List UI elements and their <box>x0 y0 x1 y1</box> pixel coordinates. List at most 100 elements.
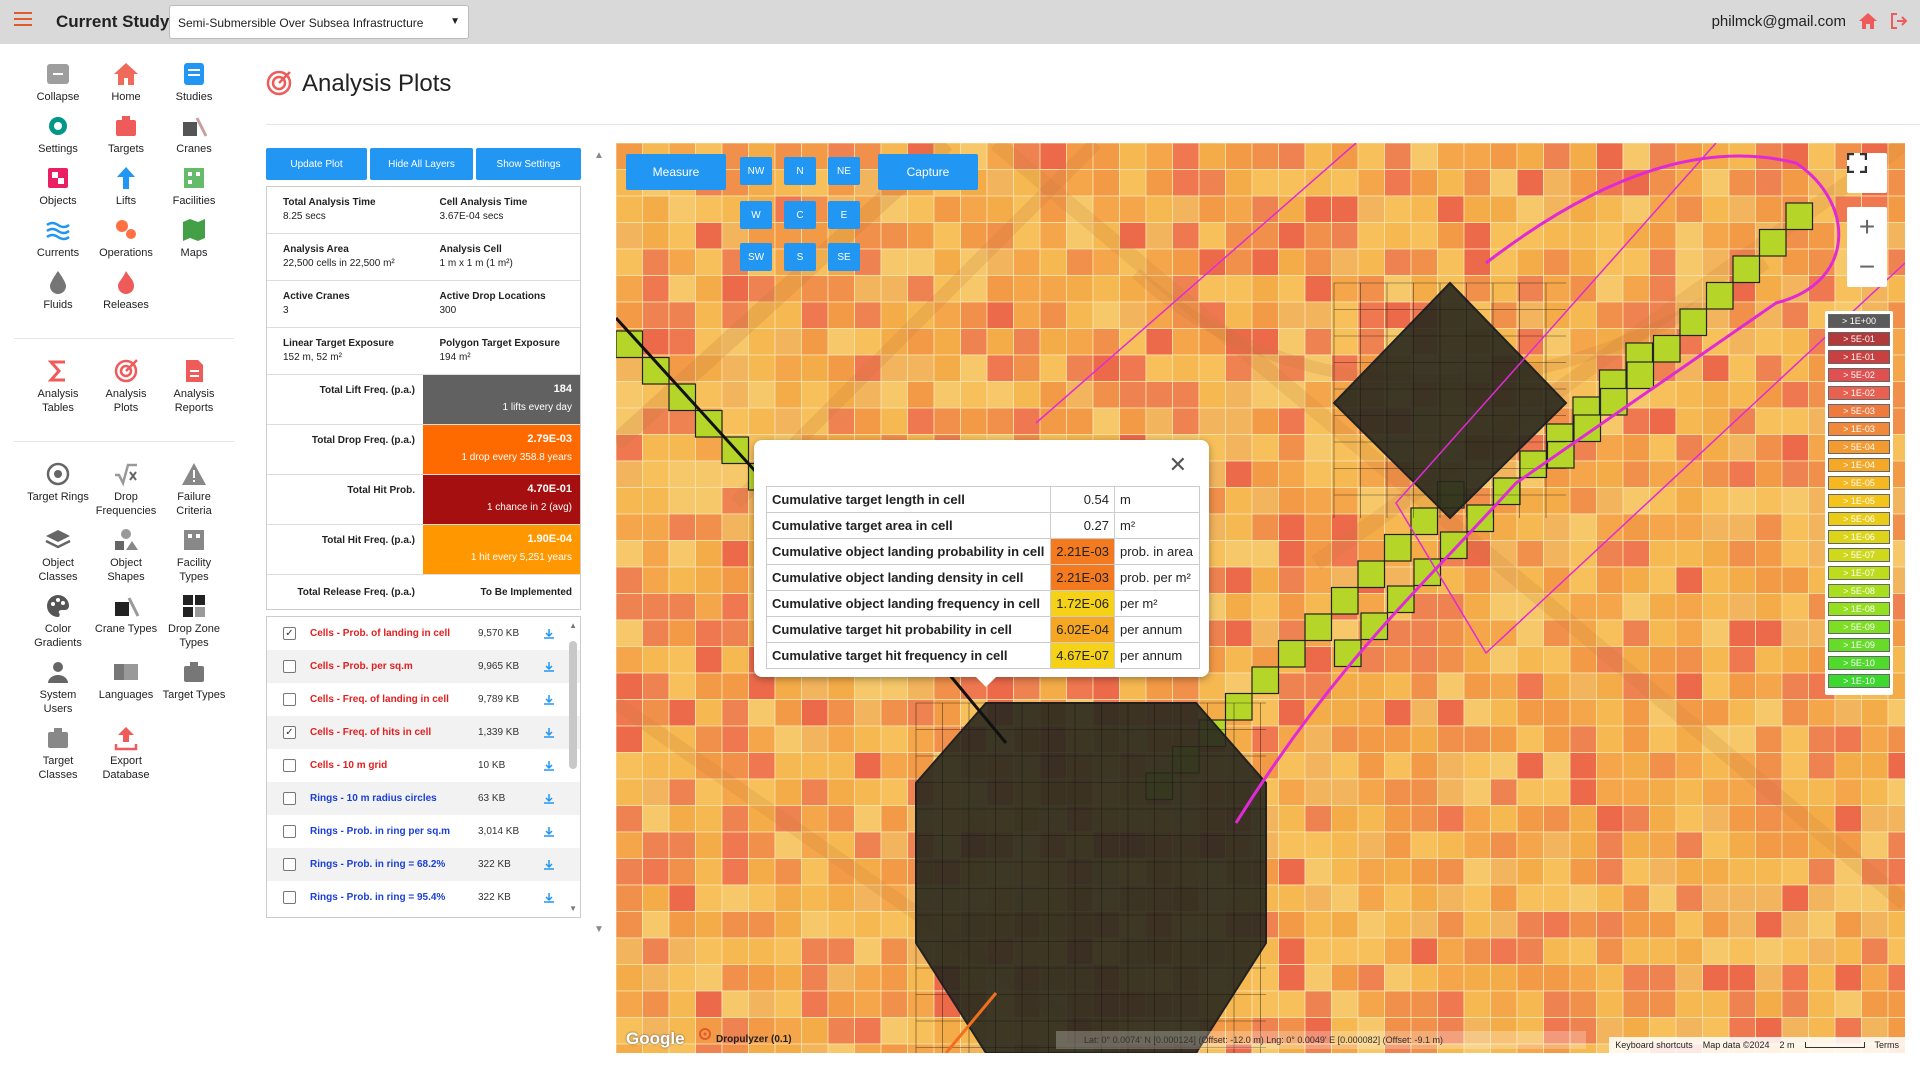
palette-icon <box>44 592 72 620</box>
capture-button[interactable]: Capture <box>878 154 978 190</box>
nav-item-settings[interactable]: Settings <box>24 112 92 156</box>
nav-item-facilities[interactable]: Facilities <box>160 164 228 208</box>
stat-value-box: 4.70E-01 1 chance in 2 (avg) <box>423 475 580 524</box>
nav-item-analysis-plots[interactable]: Analysis Plots <box>92 357 160 415</box>
download-icon[interactable] <box>542 760 556 772</box>
download-icon[interactable] <box>542 628 556 640</box>
nav-item-target-rings[interactable]: Target Rings <box>24 460 92 518</box>
pan-w-button[interactable]: W <box>740 201 772 229</box>
nav-item-operations[interactable]: Operations <box>92 216 160 260</box>
layer-name[interactable]: Cells - Freq. of hits in cell <box>310 727 478 738</box>
layer-checkbox[interactable] <box>283 660 296 673</box>
nav-item-maps[interactable]: Maps <box>160 216 228 260</box>
scale-label[interactable]: 2 m <box>1779 1040 1794 1050</box>
pan-se-button[interactable]: SE <box>828 243 860 271</box>
report-icon <box>180 357 208 385</box>
menu-icon[interactable] <box>14 12 32 28</box>
nav-item-target-classes[interactable]: Target Classes <box>24 724 92 782</box>
nav-item-facility-types[interactable]: Facility Types <box>160 526 228 584</box>
nav-item-lifts[interactable]: Lifts <box>92 164 160 208</box>
nav-item-color-gradients[interactable]: Color Gradients <box>24 592 92 650</box>
scale-bar <box>1804 1042 1865 1048</box>
close-icon[interactable]: ✕ <box>1169 452 1187 478</box>
layer-row: Rings - Prob. in ring per sq.m 3,014 KB <box>267 815 580 848</box>
layer-checkbox[interactable] <box>283 891 296 904</box>
download-icon[interactable] <box>542 793 556 805</box>
nav-item-object-classes[interactable]: Object Classes <box>24 526 92 584</box>
cell-info-key: Cumulative object landing density in cel… <box>766 564 1051 591</box>
panel-scroll-down-icon[interactable]: ▼ <box>594 924 604 935</box>
layer-name[interactable]: Rings - Prob. in ring = 68.2% <box>310 859 478 870</box>
summary-cell: Linear Target Exposure 152 m, 52 m² <box>267 328 424 374</box>
layer-name[interactable]: Rings - 10 m radius circles <box>310 793 478 804</box>
maps-icon <box>180 216 208 244</box>
nav-item-analysis-tables[interactable]: Analysis Tables <box>24 357 92 415</box>
layer-list-scrollbar[interactable] <box>569 641 577 769</box>
nav-item-object-shapes[interactable]: Object Shapes <box>92 526 160 584</box>
layer-checkbox[interactable] <box>283 825 296 838</box>
show-settings-button[interactable]: Show Settings <box>476 148 581 180</box>
nav-item-drop-frequencies[interactable]: Drop Frequencies <box>92 460 160 518</box>
panel-scroll-up-icon[interactable]: ▲ <box>594 150 604 161</box>
nav-item-home[interactable]: Home <box>92 60 160 104</box>
nav-item-system-users[interactable]: System Users <box>24 658 92 716</box>
terms-link[interactable]: Terms <box>1875 1040 1900 1050</box>
stat-subtext: 1 drop every 358.8 years <box>461 452 572 463</box>
pan-e-button[interactable]: E <box>828 201 860 229</box>
hide-all-layers-button[interactable]: Hide All Layers <box>370 148 473 180</box>
layer-size: 9,570 KB <box>478 628 520 639</box>
download-icon[interactable] <box>542 661 556 673</box>
nav-item-languages[interactable]: Languages <box>92 658 160 716</box>
pan-c-button[interactable]: C <box>784 201 816 229</box>
fullscreen-button[interactable] <box>1847 153 1887 193</box>
pan-ne-button[interactable]: NE <box>828 157 860 185</box>
nav-item-studies[interactable]: Studies <box>160 60 228 104</box>
nav-item-objects[interactable]: Objects <box>24 164 92 208</box>
nav-item-analysis-reports[interactable]: Analysis Reports <box>160 357 228 415</box>
zoom-in-button[interactable]: + <box>1847 207 1887 247</box>
logout-icon[interactable] <box>1890 12 1908 30</box>
nav-item-cranes[interactable]: Cranes <box>160 112 228 156</box>
measure-button[interactable]: Measure <box>626 154 726 190</box>
layer-name[interactable]: Cells - 10 m grid <box>310 760 478 771</box>
summary-cell: Analysis Cell 1 m x 1 m (1 m²) <box>424 234 581 280</box>
download-icon[interactable] <box>542 694 556 706</box>
nav-item-fluids[interactable]: Fluids <box>24 268 92 312</box>
nav-item-crane-types[interactable]: Crane Types <box>92 592 160 650</box>
download-icon[interactable] <box>542 727 556 739</box>
nav-item-currents[interactable]: Currents <box>24 216 92 260</box>
home-icon[interactable] <box>1858 12 1878 30</box>
nav-item-collapse[interactable]: Collapse <box>24 60 92 104</box>
layer-checkbox[interactable] <box>283 858 296 871</box>
nav-item-export-database[interactable]: Export Database <box>92 724 160 782</box>
layer-name[interactable]: Cells - Prob. per sq.m <box>310 661 478 672</box>
scroll-down-icon[interactable]: ▼ <box>569 904 577 913</box>
layer-checkbox[interactable] <box>283 792 296 805</box>
nav-item-targets[interactable]: Targets <box>92 112 160 156</box>
layer-name[interactable]: Rings - Prob. in ring = 95.4% <box>310 892 478 903</box>
layer-checkbox[interactable]: ✓ <box>283 726 296 739</box>
download-icon[interactable] <box>542 892 556 904</box>
download-icon[interactable] <box>542 826 556 838</box>
nav-item-label: Currents <box>36 247 80 259</box>
layer-name[interactable]: Rings - Prob. in ring per sq.m <box>310 826 478 837</box>
nav-item-failure-criteria[interactable]: Failure Criteria <box>160 460 228 518</box>
nav-item-drop-zone-types[interactable]: Drop Zone Types <box>160 592 228 650</box>
layer-checkbox[interactable]: ✓ <box>283 627 296 640</box>
update-plot-button[interactable]: Update Plot <box>266 148 367 180</box>
study-select[interactable]: Semi-Submersible Over Subsea Infrastruct… <box>169 5 469 39</box>
pan-s-button[interactable]: S <box>784 243 816 271</box>
layer-checkbox[interactable] <box>283 693 296 706</box>
keyboard-shortcuts-link[interactable]: Keyboard shortcuts <box>1615 1040 1693 1050</box>
nav-item-target-types[interactable]: Target Types <box>160 658 228 716</box>
zoom-out-button[interactable]: − <box>1847 247 1887 287</box>
pan-n-button[interactable]: N <box>784 157 816 185</box>
scroll-up-icon[interactable]: ▲ <box>569 621 577 630</box>
pan-sw-button[interactable]: SW <box>740 243 772 271</box>
download-icon[interactable] <box>542 859 556 871</box>
nav-item-releases[interactable]: Releases <box>92 268 160 312</box>
layer-name[interactable]: Cells - Freq. of landing in cell <box>310 694 478 705</box>
layer-name[interactable]: Cells - Prob. of landing in cell <box>310 628 478 639</box>
layer-checkbox[interactable] <box>283 759 296 772</box>
pan-nw-button[interactable]: NW <box>740 157 772 185</box>
